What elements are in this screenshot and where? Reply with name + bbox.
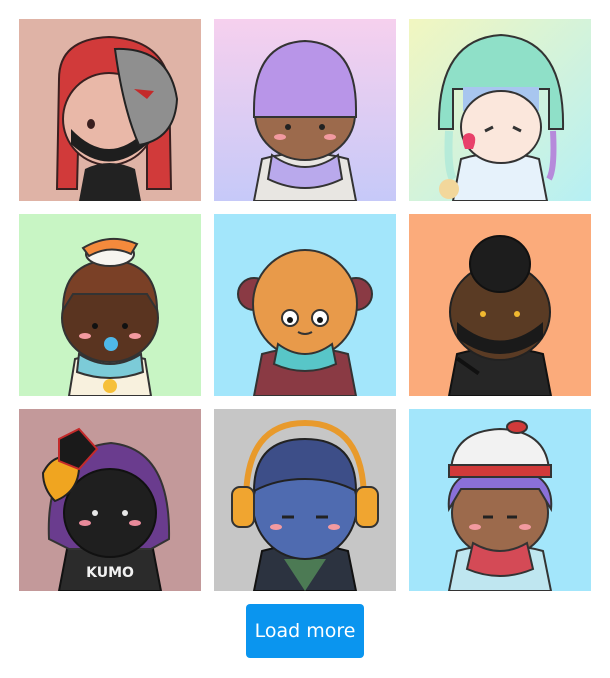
shirt-text: KUMO bbox=[86, 565, 134, 581]
avatar-image bbox=[214, 19, 396, 201]
avatar-card[interactable] bbox=[214, 214, 396, 396]
avatar-card[interactable] bbox=[214, 409, 396, 591]
avatar-image bbox=[409, 19, 591, 201]
load-more-button[interactable]: Load more bbox=[246, 604, 364, 658]
avatar-image: KUMO bbox=[19, 409, 201, 591]
avatar-image bbox=[409, 409, 591, 591]
avatar-image bbox=[19, 214, 201, 396]
avatar-grid: KUMO bbox=[19, 19, 591, 591]
avatar-image bbox=[19, 19, 201, 201]
avatar-card[interactable] bbox=[409, 19, 591, 201]
avatar-card[interactable] bbox=[19, 19, 201, 201]
avatar-card[interactable] bbox=[19, 214, 201, 396]
avatar-image bbox=[409, 214, 591, 396]
avatar-image bbox=[214, 214, 396, 396]
avatar-card[interactable] bbox=[409, 214, 591, 396]
avatar-image bbox=[214, 409, 396, 591]
avatar-card[interactable] bbox=[409, 409, 591, 591]
avatar-card[interactable] bbox=[214, 19, 396, 201]
avatar-card[interactable]: KUMO bbox=[19, 409, 201, 591]
